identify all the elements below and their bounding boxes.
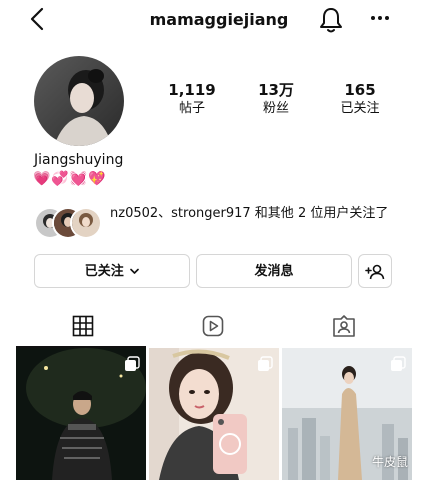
message-button[interactable]: 发消息 — [196, 254, 352, 288]
post-thumbnail[interactable] — [149, 348, 279, 480]
top-bar: mamaggiejiang — [0, 0, 438, 44]
profile-avatar[interactable] — [34, 56, 124, 146]
multiple-posts-icon — [391, 356, 406, 371]
bell-icon[interactable] — [318, 6, 344, 34]
post-thumbnail[interactable] — [16, 348, 146, 480]
stat-posts-value: 1,119 — [168, 81, 216, 99]
stat-posts[interactable]: 1,119 帖子 — [152, 80, 232, 118]
stat-following[interactable]: 165 已关注 — [320, 80, 400, 118]
following-label: 已关注 — [84, 264, 124, 279]
watermark: 牛皮鼠 — [372, 455, 409, 469]
stat-followers-value: 13万 — [258, 81, 294, 99]
stat-following-label: 已关注 — [340, 101, 380, 116]
tagged-icon — [333, 315, 355, 337]
profile-tabs — [0, 308, 438, 348]
add-user-button[interactable] — [358, 254, 392, 288]
add-user-icon — [365, 264, 385, 279]
followed-by[interactable]: nz0502、stronger917 和其他 2 位用户关注了 — [34, 205, 424, 241]
following-button[interactable]: 已关注 — [34, 254, 190, 288]
chevron-down-icon — [130, 268, 140, 274]
tab-tagged[interactable] — [282, 308, 428, 348]
tab-reels[interactable] — [146, 308, 292, 348]
multiple-posts-icon — [125, 356, 140, 371]
message-label: 发消息 — [254, 264, 294, 279]
stat-followers[interactable]: 13万 粉丝 — [236, 80, 316, 118]
reels-icon — [202, 315, 224, 337]
followed-by-text: nz0502、stronger917 和其他 2 位用户关注了 — [110, 206, 389, 221]
tab-posts-grid[interactable] — [10, 308, 156, 348]
stat-posts-label: 帖子 — [178, 101, 205, 116]
bio-hearts: 💗💞💓💖 — [33, 171, 107, 187]
multiple-posts-icon — [258, 356, 273, 371]
stat-following-value: 165 — [344, 81, 376, 99]
profile-name: Jiangshuying — [34, 152, 124, 168]
more-horizontal-icon[interactable] — [369, 12, 391, 24]
stat-followers-label: 粉丝 — [262, 101, 289, 116]
follower-avatar — [70, 207, 102, 239]
grid-icon — [72, 315, 94, 337]
